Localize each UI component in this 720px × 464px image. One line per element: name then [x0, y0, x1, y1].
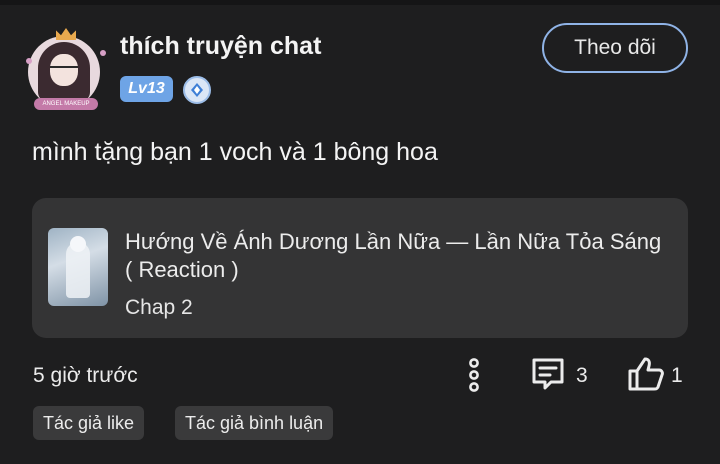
story-chapter: Chap 2	[125, 296, 193, 319]
crown-icon	[56, 28, 76, 40]
tag-author-commented[interactable]: Tác giả bình luận	[175, 406, 334, 440]
comment-time: 5 giờ trước	[33, 364, 138, 387]
reply-count: 3	[576, 364, 588, 387]
sparkle-icon	[26, 58, 32, 64]
story-card[interactable]: Hướng Về Ánh Dương Lần Nữa — Lần Nữa Tỏa…	[32, 198, 688, 338]
thumbs-up-icon[interactable]	[627, 356, 665, 392]
sparkle-icon	[100, 50, 106, 56]
tag-author-like[interactable]: Tác giả like	[33, 406, 145, 440]
like-count: 1	[671, 364, 683, 387]
story-title: Hướng Về Ánh Dương Lần Nữa — Lần Nữa Tỏa…	[125, 229, 662, 282]
comment-text: mình tặng bạn 1 voch và 1 bông hoa	[32, 138, 438, 166]
more-vertical-icon[interactable]	[465, 358, 483, 392]
top-divider	[0, 0, 720, 5]
avatar[interactable]: ANGEL MAKEUP	[24, 28, 108, 112]
comment-icon[interactable]	[530, 356, 566, 392]
story-cover-image	[48, 228, 108, 306]
rank-diamond-icon	[183, 76, 211, 104]
username[interactable]: thích truyện chat	[120, 32, 321, 61]
avatar-frame-ribbon: ANGEL MAKEUP	[34, 98, 98, 110]
follow-button[interactable]: Theo dõi	[542, 23, 688, 73]
level-badge: Lv13	[120, 76, 173, 102]
